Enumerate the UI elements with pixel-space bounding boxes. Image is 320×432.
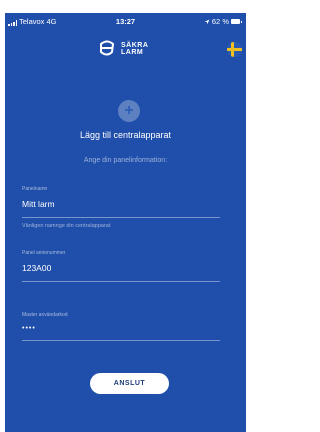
status-bar: Telavox 4G 13:27 62 %: [5, 13, 246, 29]
plus-icon: +: [118, 100, 140, 122]
battery-icon: [231, 19, 242, 24]
master-code-field[interactable]: Master användarkod ••••: [22, 312, 220, 341]
sakra-logo-icon: [100, 40, 115, 56]
panel-name-field[interactable]: Panelnamn Mitt larm: [22, 186, 220, 218]
logo-wordmark: SÄKRA LARM: [121, 42, 148, 56]
page-subtitle: Ange din panelinformation:: [83, 157, 168, 164]
status-right: 62 %: [204, 17, 242, 26]
connect-button[interactable]: ANSLUT: [90, 373, 169, 394]
panel-name-value: Mitt larm: [22, 199, 55, 209]
swedish-flag-icon[interactable]: [227, 42, 242, 57]
logo-line-1: SÄKRA: [121, 42, 149, 49]
battery-percent: 62 %: [211, 17, 229, 26]
panel-serial-field[interactable]: Panel serienummer 123A00: [22, 250, 220, 282]
panel-name-label: Panelnamn: [22, 186, 48, 192]
logo-line-2: LARM: [121, 49, 144, 56]
panel-serial-value: 123A00: [22, 263, 52, 273]
location-arrow-icon: [204, 19, 210, 24]
app-logo: SÄKRA LARM: [97, 40, 148, 58]
master-code-label: Master användarkod: [22, 312, 68, 318]
panel-name-hint: Vänligen namnge din centralapparat: [22, 223, 111, 229]
panel-serial-label: Panel serienummer: [22, 250, 66, 256]
master-code-value: ••••: [22, 325, 36, 332]
app-screen: Telavox 4G 13:27 62 % SÄKRA LARM + Lägg …: [5, 13, 246, 432]
page-title: Lägg till centralapparat: [79, 130, 172, 140]
